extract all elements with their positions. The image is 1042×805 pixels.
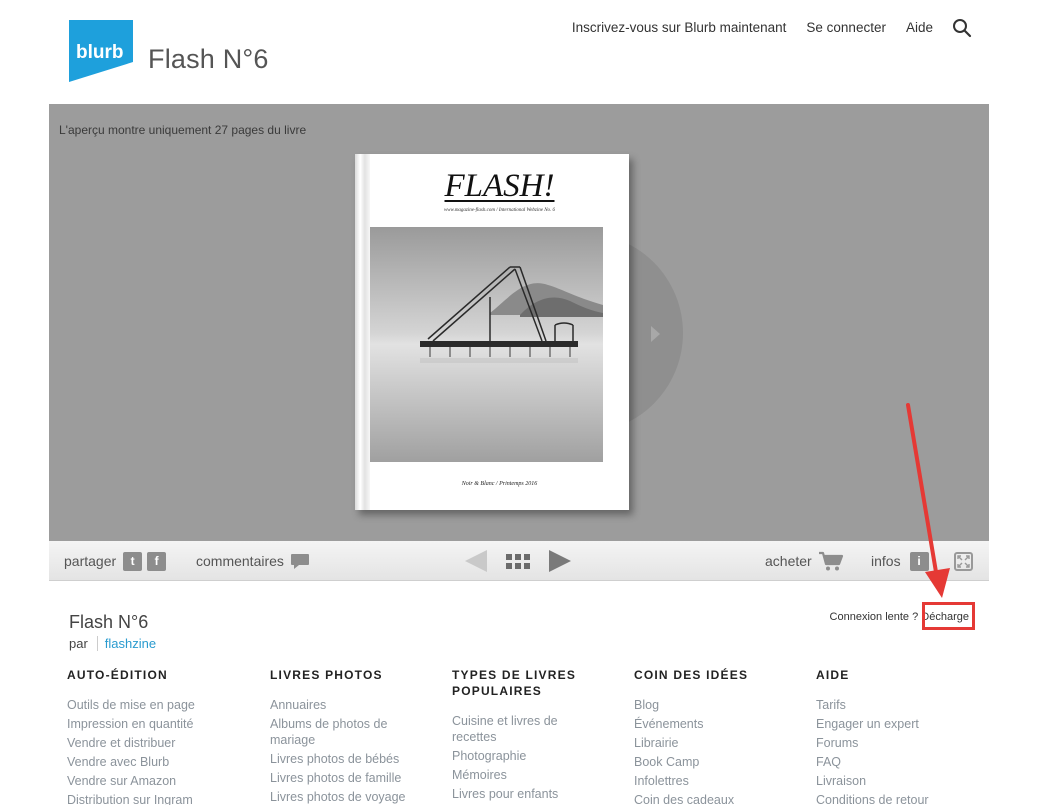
- footer-link[interactable]: Conditions de retour: [816, 792, 966, 805]
- footer-link[interactable]: Infolettres: [634, 773, 784, 789]
- fullscreen-icon[interactable]: [954, 552, 973, 571]
- book-spine: [355, 154, 370, 510]
- info-button[interactable]: infos i: [871, 541, 929, 581]
- footer-column-help: AIDE Tarifs Engager un expert Forums FAQ…: [816, 667, 966, 805]
- buy-button[interactable]: acheter: [765, 541, 844, 581]
- page-title: Flash N°6: [148, 44, 269, 74]
- page-grid-icon[interactable]: [506, 553, 530, 569]
- info-label: infos: [871, 553, 901, 569]
- author-link[interactable]: flashzine: [105, 636, 156, 651]
- footer-link[interactable]: Outils de mise en page: [67, 697, 237, 713]
- comments-label: commentaires: [196, 553, 284, 569]
- twitter-icon[interactable]: t: [123, 551, 143, 571]
- footer-link[interactable]: Blog: [634, 697, 784, 713]
- login-link[interactable]: Se connecter: [806, 18, 886, 38]
- cover-title: FLASH!: [444, 168, 555, 204]
- footer-link[interactable]: Tarifs: [816, 697, 966, 713]
- footer-link[interactable]: Engager un expert: [816, 716, 966, 732]
- footer-link[interactable]: Forums: [816, 735, 966, 751]
- footer-link[interactable]: Vendre sur Amazon: [67, 773, 237, 789]
- annotation-highlight-box: [922, 602, 975, 630]
- cover-subtitle: www.magazine-flash.com / International W…: [443, 208, 556, 213]
- footer-heading: COIN DES IDÉES: [634, 668, 749, 682]
- footer-heading: TYPES DE LIVRES POPULAIRES: [452, 668, 577, 698]
- top-navigation: Inscrivez-vous sur Blurb maintenant Se c…: [572, 18, 972, 38]
- preview-note: L'aperçu montre uniquement 27 pages du l…: [59, 123, 307, 137]
- cover-footer: Noir & Blanc / Printemps 2016: [461, 481, 538, 487]
- page-navigation: [465, 541, 571, 581]
- footer-column-self-publishing: AUTO-ÉDITION Outils de mise en page Impr…: [67, 667, 237, 805]
- footer-link[interactable]: Distribution sur Ingram: [67, 792, 237, 805]
- book-preview-viewer: L'aperçu montre uniquement 27 pages du l…: [49, 104, 989, 541]
- next-page-icon[interactable]: [549, 550, 571, 572]
- footer-link[interactable]: Albums de photos de mariage: [270, 716, 420, 748]
- by-label: par: [69, 636, 88, 651]
- footer-link[interactable]: Livres photos de voyage: [270, 789, 420, 805]
- blurb-logo[interactable]: blurb: [69, 20, 133, 82]
- byline: par flashzine: [69, 636, 156, 651]
- footer-column-ideas: COIN DES IDÉES Blog Événements Librairie…: [634, 667, 784, 805]
- share-group: partager t f: [64, 541, 167, 581]
- footer-link[interactable]: Événements: [634, 716, 784, 732]
- footer-link[interactable]: Annuaires: [270, 697, 420, 713]
- previous-page-icon[interactable]: [465, 550, 487, 572]
- footer-link[interactable]: Vendre et distribuer: [67, 735, 237, 751]
- footer-heading: AUTO-ÉDITION: [67, 668, 168, 682]
- footer-link[interactable]: Photographie: [452, 748, 592, 764]
- facebook-icon[interactable]: f: [147, 551, 167, 571]
- footer-link[interactable]: Livres photos de bébés: [270, 751, 420, 767]
- footer-heading: AIDE: [816, 668, 850, 682]
- footer-column-popular-types: TYPES DE LIVRES POPULAIRES Cuisine et li…: [452, 667, 592, 805]
- logo-text: blurb: [76, 42, 124, 63]
- footer-heading: LIVRES PHOTOS: [270, 668, 383, 682]
- cart-icon: [818, 550, 844, 572]
- share-label: partager: [64, 553, 117, 569]
- next-arrow-icon: [651, 326, 660, 342]
- footer-link[interactable]: Livraison: [816, 773, 966, 789]
- buy-label: acheter: [765, 553, 812, 569]
- info-icon: i: [909, 551, 929, 571]
- byline-divider: [96, 636, 98, 651]
- footer-link[interactable]: FAQ: [816, 754, 966, 770]
- book-title: Flash N°6: [69, 612, 149, 632]
- footer-link[interactable]: Impression en quantité: [67, 716, 237, 732]
- slow-connection-label: Connexion lente ?: [829, 611, 919, 623]
- footer-link[interactable]: Livres pour enfants: [452, 786, 592, 802]
- cover-photo: [370, 227, 603, 462]
- footer-link[interactable]: Cuisine et livres de recettes: [452, 713, 592, 745]
- signup-link[interactable]: Inscrivez-vous sur Blurb maintenant: [572, 18, 787, 38]
- footer-column-photo-books: LIVRES PHOTOS Annuaires Albums de photos…: [270, 667, 420, 805]
- footer-link[interactable]: Mémoires: [452, 767, 592, 783]
- comment-bubble-icon: [290, 553, 310, 570]
- help-link[interactable]: Aide: [906, 18, 933, 38]
- viewer-toolbar: partager t f commentaires acheter infos …: [49, 541, 989, 581]
- footer-link[interactable]: Livres photos de famille: [270, 770, 420, 786]
- footer-link[interactable]: Book Camp: [634, 754, 784, 770]
- footer-link[interactable]: Vendre avec Blurb: [67, 754, 237, 770]
- comments-button[interactable]: commentaires: [196, 541, 310, 581]
- footer-link[interactable]: Librairie: [634, 735, 784, 751]
- book-cover[interactable]: FLASH! www.magazine-flash.com / Internat…: [355, 154, 629, 510]
- search-icon[interactable]: [952, 18, 972, 38]
- footer-link[interactable]: Coin des cadeaux: [634, 792, 784, 805]
